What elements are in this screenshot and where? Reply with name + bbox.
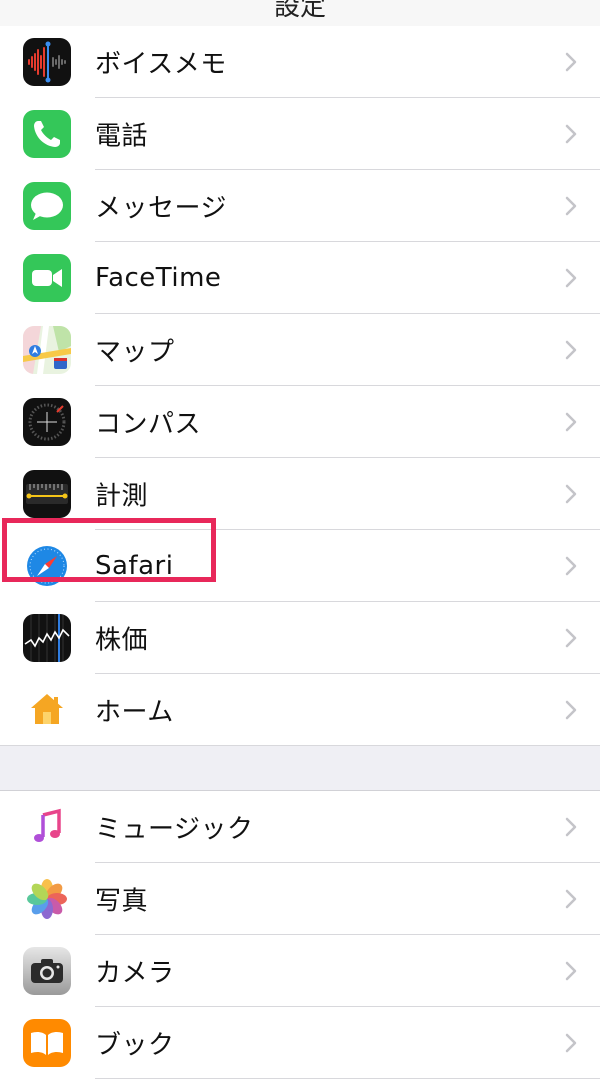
settings-row-label: ミュージック: [95, 814, 254, 845]
waveform-icon: [23, 38, 71, 86]
settings-row-label: ボイスメモ: [95, 49, 227, 80]
photos-flower-icon: [23, 875, 71, 923]
settings-row-phone[interactable]: 電話: [0, 98, 600, 170]
map-icon: [23, 326, 71, 374]
chevron-right-icon: [564, 555, 578, 577]
settings-group-apps-1: ボイスメモ 電話 メッセージ FaceTime マップ コンパス 計測 Safa…: [0, 26, 600, 746]
chevron-right-icon: [564, 195, 578, 217]
settings-row-stocks[interactable]: 株価: [0, 602, 600, 674]
chevron-right-icon: [564, 123, 578, 145]
settings-row-camera[interactable]: カメラ: [0, 935, 600, 1007]
chevron-right-icon: [564, 960, 578, 982]
settings-row-messages[interactable]: メッセージ: [0, 170, 600, 242]
safari-compass-icon: [23, 542, 71, 590]
chevron-right-icon: [564, 627, 578, 649]
settings-row-label: FaceTime: [95, 263, 222, 293]
settings-group-apps-2: ミュージック 写真 カメラ ブック: [0, 790, 600, 1079]
settings-row-maps[interactable]: マップ: [0, 314, 600, 386]
settings-row-books[interactable]: ブック: [0, 1007, 600, 1079]
speech-bubble-icon: [23, 182, 71, 230]
page-title: 設定: [273, 0, 326, 22]
ruler-icon: [23, 470, 71, 518]
chevron-right-icon: [564, 339, 578, 361]
chevron-right-icon: [564, 816, 578, 838]
settings-row-label: 写真: [95, 886, 149, 917]
settings-row-label: ブック: [95, 1030, 175, 1061]
settings-row-label: カメラ: [95, 958, 175, 989]
chevron-right-icon: [564, 699, 578, 721]
compass-icon: [23, 398, 71, 446]
settings-row-label: メッセージ: [95, 193, 227, 224]
open-book-icon: [23, 1019, 71, 1067]
settings-row-label: コンパス: [95, 409, 202, 440]
settings-row-photos[interactable]: 写真: [0, 863, 600, 935]
chevron-right-icon: [564, 483, 578, 505]
settings-row-home[interactable]: ホーム: [0, 674, 600, 746]
settings-row-facetime[interactable]: FaceTime: [0, 242, 600, 314]
phone-handset-icon: [23, 110, 71, 158]
camera-icon: [23, 947, 71, 995]
settings-row-safari[interactable]: Safari: [0, 530, 600, 602]
settings-row-label: マップ: [95, 337, 175, 368]
video-camera-icon: [23, 254, 71, 302]
settings-row-music[interactable]: ミュージック: [0, 791, 600, 863]
settings-row-label: Safari: [95, 551, 174, 581]
settings-row-label: ホーム: [95, 697, 174, 728]
chevron-right-icon: [564, 51, 578, 73]
chevron-right-icon: [564, 1032, 578, 1054]
chevron-right-icon: [564, 411, 578, 433]
settings-row-label: 計測: [95, 481, 149, 512]
settings-row-compass[interactable]: コンパス: [0, 386, 600, 458]
navigation-bar: 設定: [0, 0, 600, 27]
settings-row-voice-memos[interactable]: ボイスメモ: [0, 26, 600, 98]
chevron-right-icon: [564, 267, 578, 289]
music-note-icon: [23, 803, 71, 851]
settings-row-measure[interactable]: 計測: [0, 458, 600, 530]
chevron-right-icon: [564, 888, 578, 910]
stock-chart-icon: [23, 614, 71, 662]
house-icon: [23, 686, 71, 734]
settings-row-label: 株価: [95, 625, 149, 656]
settings-row-label: 電話: [95, 121, 149, 152]
